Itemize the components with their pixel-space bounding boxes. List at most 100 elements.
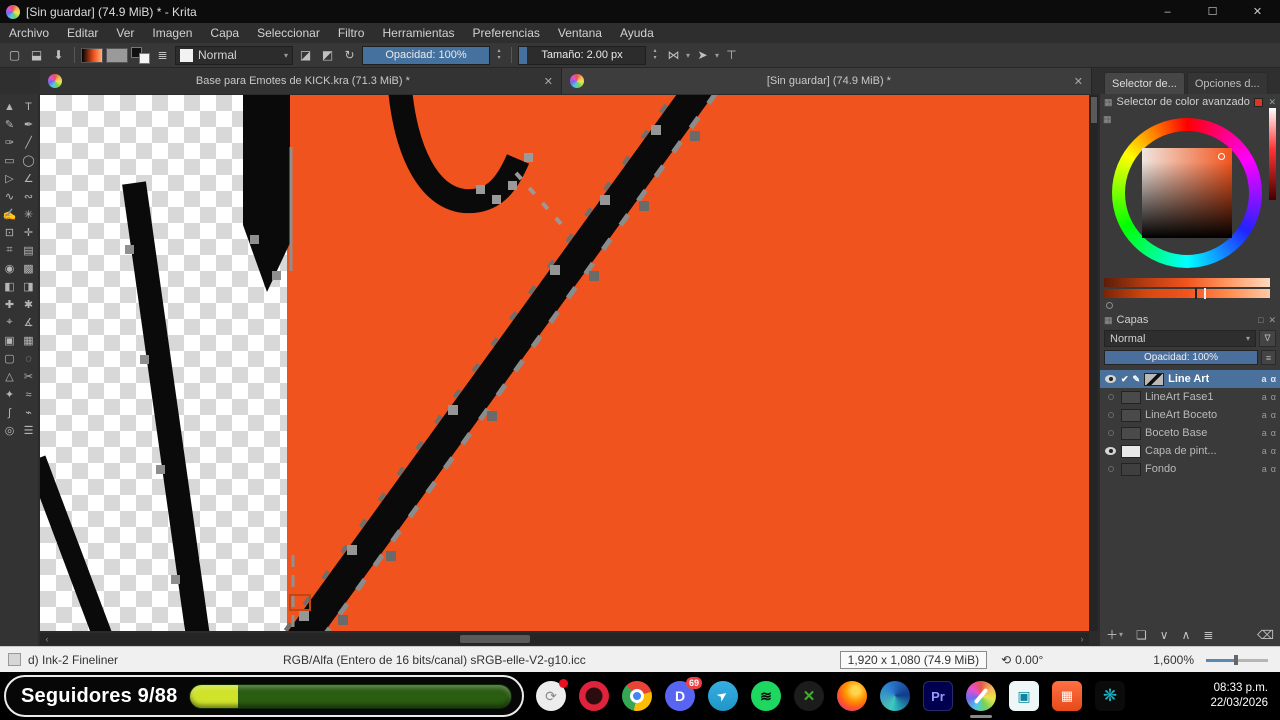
layer-thumbnail[interactable]	[1121, 390, 1141, 404]
krita-app-icon[interactable]	[966, 681, 996, 718]
tool-enclose-fill[interactable]: ◨	[19, 278, 38, 295]
menu-archivo[interactable]: Archivo	[0, 23, 58, 43]
maximize-button[interactable]: ☐	[1190, 0, 1235, 23]
alpha-icon[interactable]: α	[1271, 464, 1276, 474]
alpha-lock-toggle[interactable]: ◩	[318, 46, 337, 65]
premiere-app-icon[interactable]: Pr	[923, 681, 953, 711]
canvas-vertical-scrollbar[interactable]	[1090, 95, 1098, 631]
save-document-icon[interactable]: ⬇	[49, 46, 68, 65]
opacity-slider[interactable]: Opacidad: 100%	[362, 45, 490, 65]
layer-options-button[interactable]: ≡	[1261, 350, 1276, 365]
tool-ellipse[interactable]: ◯	[19, 152, 38, 169]
open-document-icon[interactable]: ⬓	[27, 46, 46, 65]
lock-icon[interactable]: a	[1261, 374, 1266, 384]
gradient-chooser[interactable]	[81, 47, 103, 63]
brush-size-slider[interactable]: Tamaño: 2.00 px	[518, 45, 646, 65]
layer-row-lineart-fase1[interactable]: LineArt Fase1 aα	[1100, 388, 1280, 406]
menu-filtro[interactable]: Filtro	[329, 23, 374, 43]
scroll-right-icon[interactable]: ›	[1075, 634, 1089, 644]
opacity-spinner[interactable]: ▴ ▾	[493, 46, 505, 65]
tool-freehand-path[interactable]: ∾	[19, 188, 38, 205]
spotify-app-icon[interactable]: ≋	[751, 681, 781, 711]
layer-opacity-slider[interactable]: Opacidad: 100%	[1104, 350, 1258, 365]
lock-icon[interactable]: a	[1262, 410, 1267, 420]
canvas[interactable]	[40, 95, 1089, 631]
menu-editar[interactable]: Editar	[58, 23, 107, 43]
lock-icon[interactable]: a	[1262, 446, 1267, 456]
canvas-rotation[interactable]: ⟲ 0.00°	[1001, 653, 1043, 667]
tool-pattern-edit[interactable]: ▩	[19, 260, 38, 277]
shade-selector-strip-1[interactable]	[1104, 278, 1270, 287]
layer-thumbnail[interactable]	[1121, 462, 1141, 476]
move-layer-up-button[interactable]: ∧	[1182, 628, 1191, 642]
menu-ver[interactable]: Ver	[107, 23, 143, 43]
wrap-around-toggle[interactable]: ⊤	[722, 46, 741, 65]
tool-rect-select[interactable]: ▢	[0, 350, 19, 367]
shade-settings-dot[interactable]	[1106, 302, 1113, 309]
tool-freehand-select[interactable]: ✂	[19, 368, 38, 385]
recorder-app-icon[interactable]: ⟳	[536, 679, 568, 711]
layer-row-boceto-base[interactable]: Boceto Base aα	[1100, 424, 1280, 442]
pattern-chooser[interactable]	[106, 47, 128, 63]
layer-thumbnail[interactable]	[1121, 408, 1141, 422]
layer-filter-button[interactable]: ∇	[1259, 330, 1276, 347]
mirror-vertical-toggle[interactable]: ➤	[693, 46, 712, 65]
tool-move[interactable]: ✛	[19, 224, 38, 241]
duplicate-layer-button[interactable]: ❏	[1136, 628, 1147, 642]
tool-polyline[interactable]: ∠	[19, 170, 38, 187]
chevron-down-icon[interactable]: ▾	[715, 51, 719, 60]
menu-ayuda[interactable]: Ayuda	[611, 23, 663, 43]
minimize-button[interactable]: –	[1145, 0, 1190, 23]
image-dimensions[interactable]: 1,920 x 1,080 (74.9 MiB)	[839, 650, 988, 669]
tool-text[interactable]: T	[19, 98, 38, 115]
tool-polygon[interactable]: ▷	[0, 170, 19, 187]
alpha-icon[interactable]: α	[1271, 428, 1276, 438]
alpha-icon[interactable]: α	[1271, 410, 1276, 420]
scroll-left-icon[interactable]: ‹	[40, 634, 54, 644]
new-document-icon[interactable]: ▢	[5, 46, 24, 65]
chevron-down-icon[interactable]: ▾	[686, 51, 690, 60]
reload-preset-button[interactable]: ↻	[340, 46, 359, 65]
tool-bezier-select[interactable]: ∫	[0, 404, 19, 421]
menu-ventana[interactable]: Ventana	[549, 23, 611, 43]
eraser-toggle[interactable]: ◪	[296, 46, 315, 65]
tool-assistants[interactable]: ⌖	[0, 314, 19, 331]
move-layer-down-button[interactable]: ∨	[1160, 628, 1169, 642]
sharex-app-icon[interactable]: ❋	[1095, 681, 1125, 711]
tool-color-sampler[interactable]: ◉	[0, 260, 19, 277]
float-docker-icon[interactable]: □	[1258, 315, 1263, 325]
menu-herramientas[interactable]: Herramientas	[373, 23, 463, 43]
layer-properties-button[interactable]: ≣	[1203, 628, 1213, 642]
lock-icon[interactable]: a	[1262, 464, 1267, 474]
close-button[interactable]: ✕	[1235, 0, 1280, 23]
close-docker-icon[interactable]: ✕	[1268, 315, 1276, 326]
menu-imagen[interactable]: Imagen	[143, 23, 201, 43]
lock-icon[interactable]: a	[1262, 428, 1267, 438]
visibility-icon[interactable]	[1104, 447, 1117, 455]
layer-thumbnail[interactable]	[1121, 444, 1141, 458]
brush-blending-select[interactable]: Normal ▾	[175, 45, 293, 65]
close-tab-icon[interactable]: ✕	[544, 75, 553, 88]
alpha-icon[interactable]: α	[1271, 392, 1276, 402]
monitor-app-icon[interactable]: ▣	[1009, 681, 1039, 711]
opera-gx-app-icon[interactable]	[579, 681, 609, 711]
tool-contiguous-select[interactable]: ✦	[0, 386, 19, 403]
tool-bezier[interactable]: ∿	[0, 188, 19, 205]
chrome-app-icon[interactable]	[622, 681, 652, 711]
tool-measure[interactable]: ∡	[19, 314, 38, 331]
edge-app-icon[interactable]	[880, 681, 910, 711]
tool-multibrush[interactable]: ✳	[19, 206, 38, 223]
panel-tab-opciones[interactable]: Opciones d...	[1186, 72, 1268, 94]
tool-fill[interactable]: ◧	[0, 278, 19, 295]
tool-dynamic-brush[interactable]: ✍	[0, 206, 19, 223]
current-color-swatch[interactable]	[1254, 97, 1264, 107]
tool-pan[interactable]: ☰	[19, 422, 38, 439]
tool-edit-shapes[interactable]: ✎	[0, 116, 19, 133]
tool-transform[interactable]: ⊡	[0, 224, 19, 241]
menu-seleccionar[interactable]: Seleccionar	[248, 23, 329, 43]
calendar-app-icon[interactable]: ▦	[1052, 681, 1082, 711]
delete-layer-button[interactable]: ⌫	[1257, 628, 1274, 642]
layer-thumbnail[interactable]	[1144, 372, 1165, 386]
tool-crop[interactable]: ⌗	[0, 242, 19, 259]
tool-similar-select[interactable]: ≈	[19, 386, 38, 403]
